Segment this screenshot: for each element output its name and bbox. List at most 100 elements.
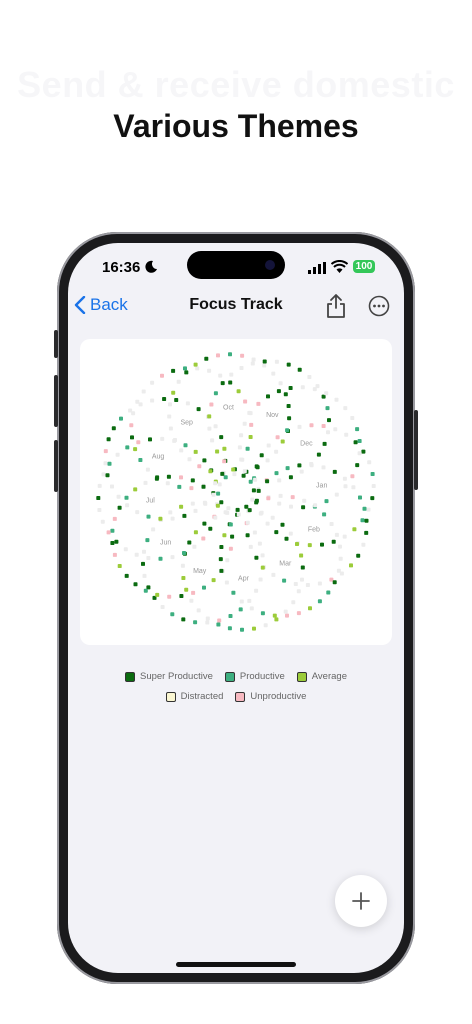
legend-swatch <box>224 671 235 682</box>
day-dot <box>247 508 252 513</box>
day-dot <box>222 446 227 451</box>
day-dot <box>218 373 223 378</box>
day-dot <box>210 438 215 443</box>
day-dot <box>220 471 225 476</box>
day-dot <box>277 501 282 506</box>
day-dot <box>160 373 164 378</box>
day-dot <box>205 616 210 621</box>
day-dot <box>248 411 253 416</box>
day-dot <box>236 512 241 517</box>
day-dot <box>320 542 324 547</box>
day-dot <box>110 484 114 489</box>
day-dot <box>288 386 293 390</box>
day-dot <box>254 498 259 503</box>
day-dot <box>211 578 216 583</box>
day-dot <box>196 407 201 412</box>
day-dot <box>224 580 229 585</box>
day-dot <box>288 475 293 480</box>
day-dot <box>367 460 372 465</box>
day-dot <box>201 484 206 489</box>
day-dot <box>358 495 362 500</box>
day-dot <box>283 392 288 397</box>
day-dot <box>170 555 175 560</box>
day-dot <box>193 508 198 513</box>
day-dot <box>334 397 339 402</box>
day-dot <box>183 443 188 448</box>
day-dot <box>100 519 105 524</box>
day-dot <box>256 401 261 406</box>
camera-icon <box>265 260 275 270</box>
day-dot <box>242 469 247 474</box>
month-label: Jun <box>160 539 171 546</box>
day-dot <box>167 594 172 599</box>
legend-label: Productive <box>239 671 285 682</box>
day-dot <box>111 426 116 431</box>
legend-swatch <box>125 671 135 682</box>
day-dot <box>142 549 146 554</box>
day-dot <box>271 572 276 577</box>
day-dot <box>324 499 329 504</box>
day-dot <box>237 445 242 450</box>
share-icon[interactable] <box>325 293 347 319</box>
day-dot <box>112 516 117 521</box>
day-dot <box>322 441 327 446</box>
day-dot <box>215 449 220 454</box>
day-dot <box>125 503 130 508</box>
moon-icon <box>145 260 157 273</box>
day-dot <box>288 531 293 536</box>
day-dot <box>207 426 212 431</box>
day-dot <box>203 501 208 506</box>
day-dot <box>251 488 256 493</box>
day-dot <box>284 536 289 541</box>
day-dot <box>285 613 289 618</box>
day-dot <box>262 363 267 368</box>
day-dot <box>231 590 236 595</box>
day-dot <box>217 482 222 487</box>
day-dot <box>254 555 259 560</box>
day-dot <box>301 505 306 510</box>
day-dot <box>299 469 304 474</box>
day-dot <box>117 505 122 510</box>
month-label: Sep <box>180 420 193 427</box>
day-dot <box>357 439 362 443</box>
promo-headline: Various Themes <box>113 108 359 144</box>
ellipsis-circle-icon[interactable] <box>368 295 390 317</box>
day-dot <box>193 449 198 454</box>
month-label: Jan <box>316 483 327 490</box>
day-dot <box>106 530 111 535</box>
day-dot <box>209 402 214 407</box>
day-dot <box>231 467 236 472</box>
legend-swatch <box>235 691 246 702</box>
day-dot <box>364 530 369 535</box>
day-dot <box>205 620 210 625</box>
day-dot <box>131 411 136 416</box>
day-dot <box>176 379 181 384</box>
day-dot <box>271 371 276 376</box>
day-dot <box>290 495 295 500</box>
day-dot <box>350 416 355 420</box>
day-dot <box>241 473 246 478</box>
day-dot <box>191 590 196 595</box>
day-dot <box>213 391 218 396</box>
day-dot <box>307 375 312 379</box>
day-dot <box>353 440 358 445</box>
day-dot <box>325 406 330 411</box>
day-dot <box>129 423 134 428</box>
day-dot <box>266 443 271 448</box>
day-dot <box>97 508 102 512</box>
day-dot <box>366 507 371 512</box>
day-dot <box>364 518 369 523</box>
day-dot <box>250 497 255 502</box>
navigation-bar: Back Focus Track <box>68 293 404 319</box>
day-dot <box>312 387 317 392</box>
add-entry-button[interactable] <box>335 875 387 927</box>
day-dot <box>259 453 264 458</box>
day-dot <box>130 435 134 440</box>
day-dot <box>216 622 221 627</box>
day-dot <box>272 613 277 618</box>
day-dot <box>286 404 291 408</box>
day-dot <box>277 478 282 483</box>
day-dot <box>243 399 248 404</box>
phone-side-button <box>54 440 58 492</box>
day-dot <box>230 534 235 539</box>
